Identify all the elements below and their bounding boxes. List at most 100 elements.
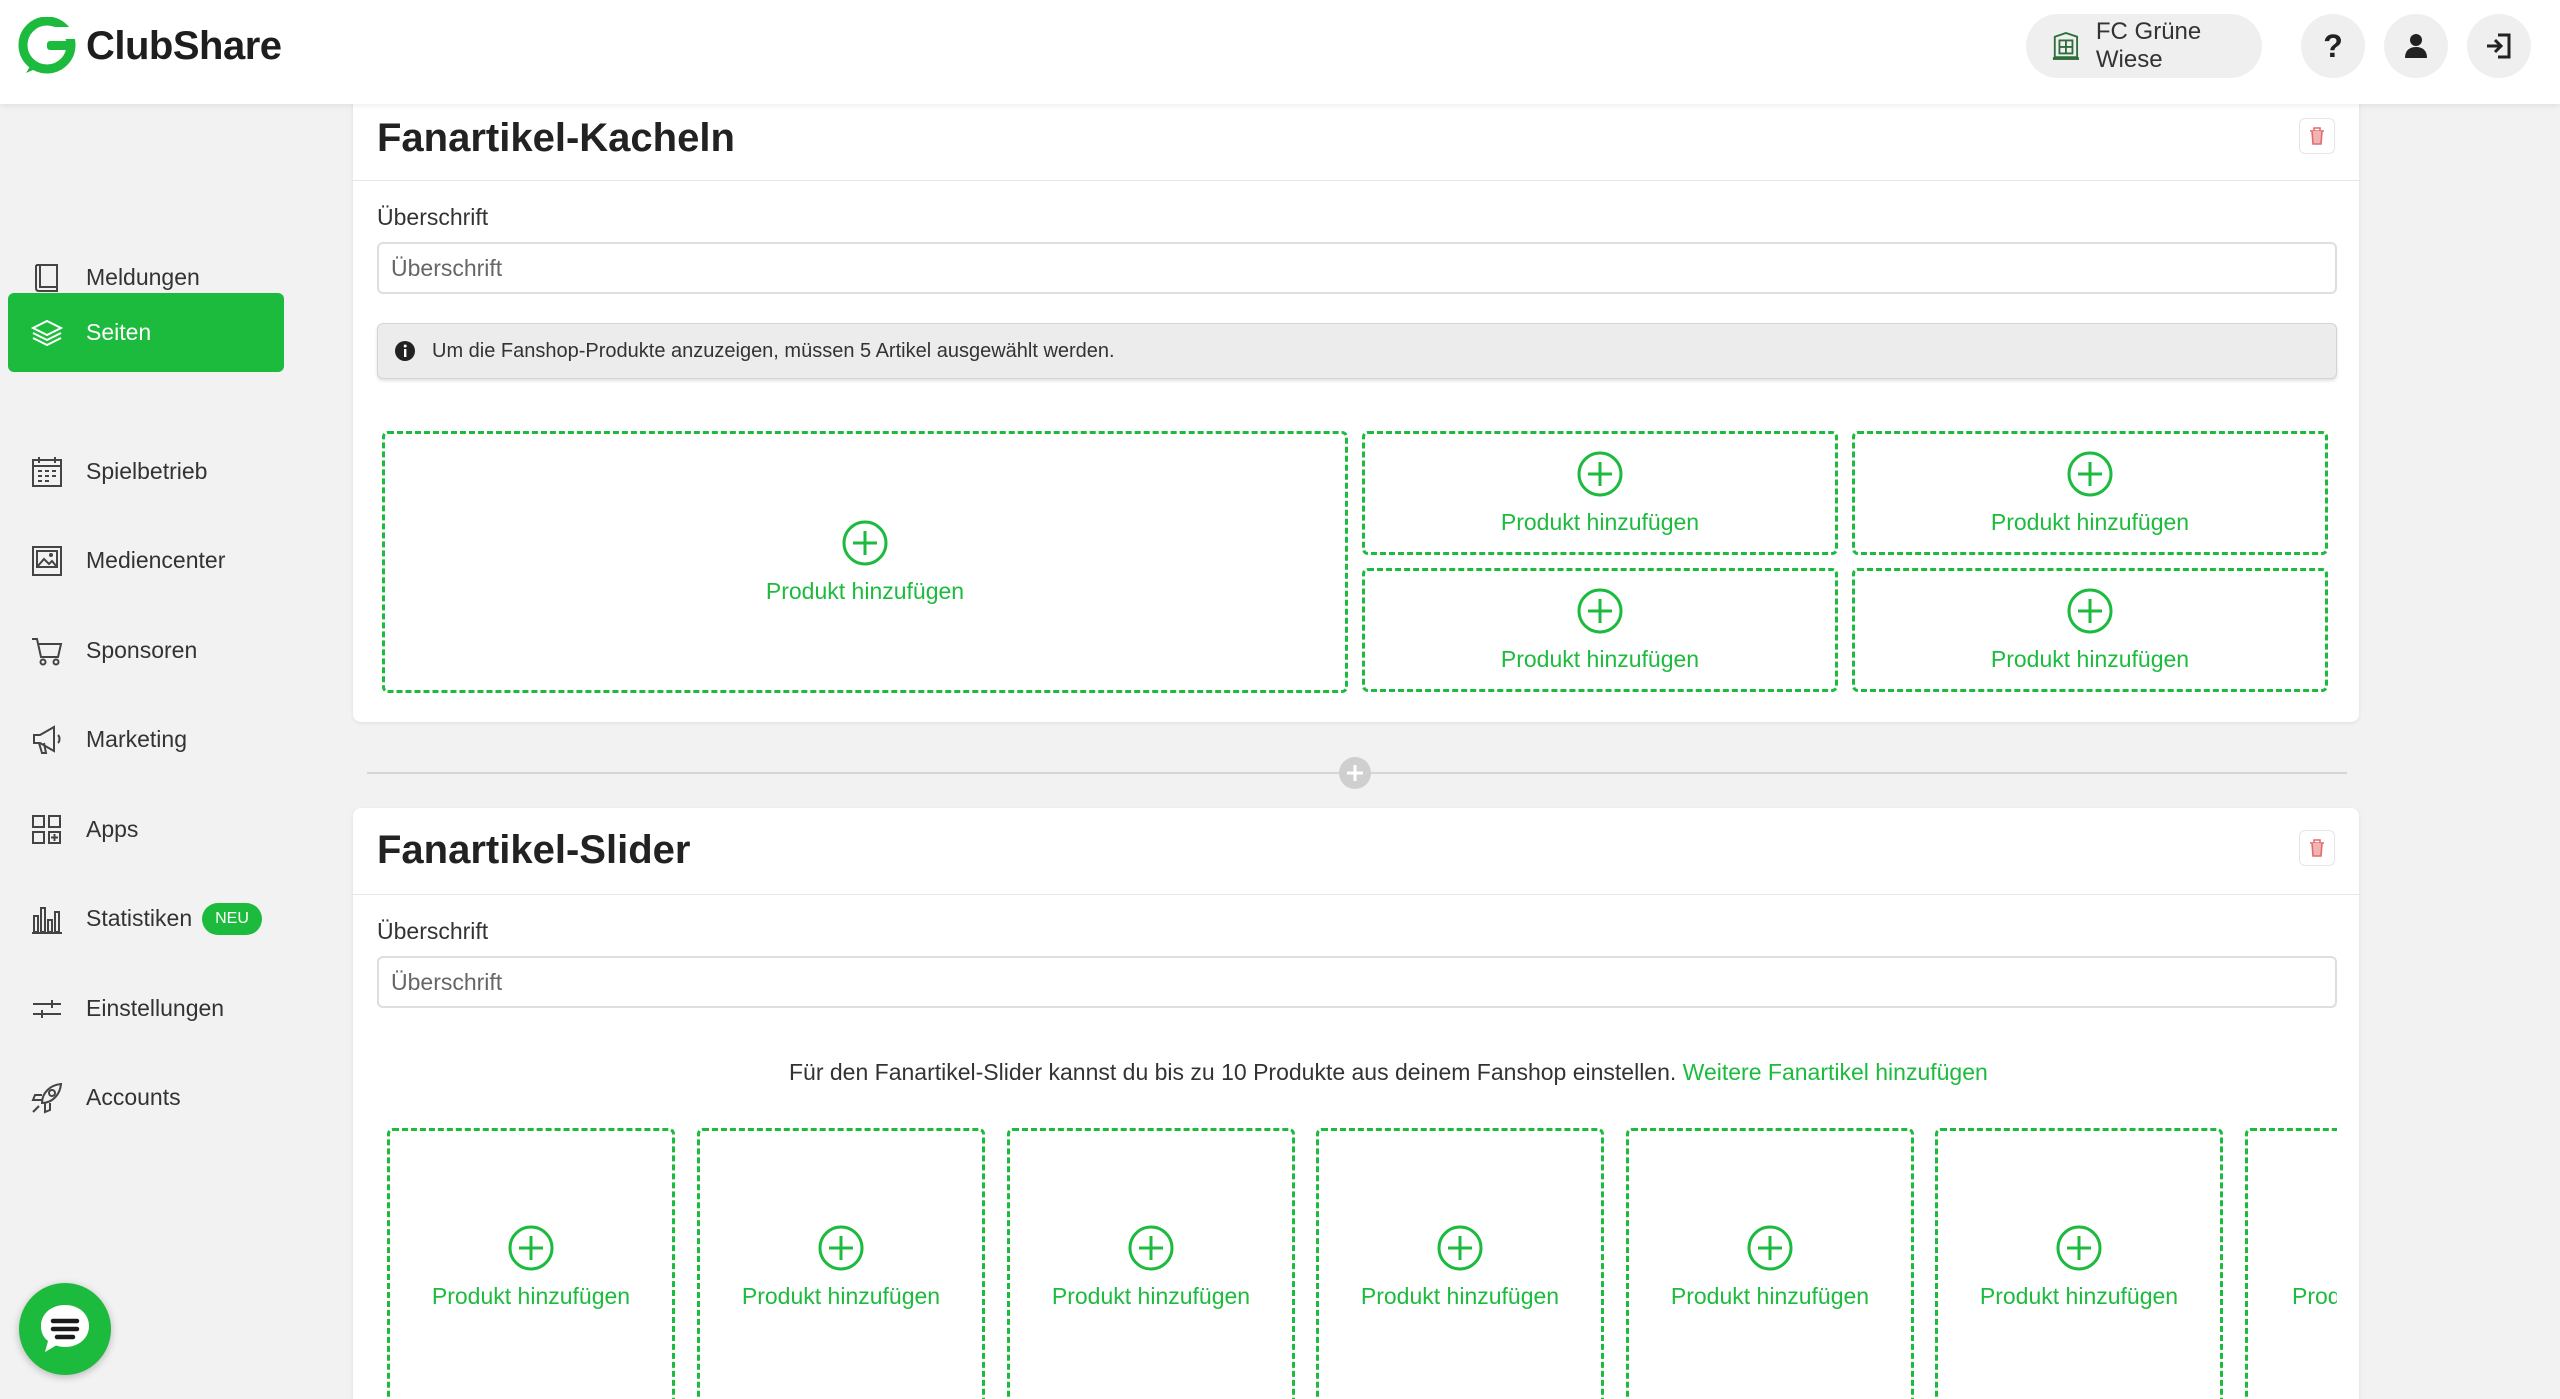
clubshare-logo-icon [18, 17, 76, 74]
add-product-label: Produkt hinzufügen [1500, 508, 1700, 535]
sidebar-item-mediencenter[interactable]: Mediencenter [8, 521, 284, 600]
section-title: Fanartikel-Slider [377, 828, 691, 872]
sidebar: Meldungen Seiten Spielbetrieb Mediencent… [0, 104, 300, 1399]
add-circle-icon [1128, 1225, 1174, 1271]
sidebar-item-marketing[interactable]: Marketing [8, 700, 284, 779]
trash-icon [2310, 839, 2324, 857]
app-name: ClubShare [86, 23, 282, 68]
add-product-slot[interactable]: Produkt hinzufügen [1362, 431, 1838, 555]
sidebar-item-label: Seiten [86, 319, 152, 345]
user-button[interactable] [2384, 14, 2448, 78]
logout-button[interactable] [2467, 14, 2531, 78]
book-icon [35, 263, 58, 292]
club-name: FC Grüne Wiese [2095, 18, 2202, 73]
add-circle-icon [818, 1225, 864, 1271]
club-crest-icon [2052, 32, 2079, 60]
slider-hint: Für den Fanartikel-Slider kannst du bis … [789, 1059, 1988, 1086]
chat-bubble-icon [41, 1305, 89, 1352]
sidebar-item-label: Sponsoren [86, 637, 198, 663]
sidebar-item-statistiken[interactable]: Statistiken NEU [8, 879, 284, 958]
info-icon [395, 341, 415, 361]
add-circle-icon [1577, 588, 1623, 633]
app-logo[interactable]: ClubShare [18, 17, 282, 75]
add-product-slot[interactable]: Produkt hinzufügen [1316, 1128, 1604, 1399]
sidebar-item-label: Statistiken [86, 905, 193, 931]
add-product-label: Produkt hinzufügen [1360, 1283, 1560, 1309]
club-switcher[interactable]: FC Grüne Wiese [2026, 14, 2262, 78]
add-product-label: Produkt hinzufügen [1670, 1283, 1870, 1309]
add-product-slot[interactable]: Produkt hinzufügen [1362, 568, 1838, 692]
heading-label: Überschrift [377, 918, 489, 944]
sliders-icon [33, 999, 61, 1018]
layers-icon [30, 319, 64, 346]
add-product-slot[interactable]: Produkt hinzufügen [1626, 1128, 1914, 1399]
add-product-label: Produkt hinzufügen [1990, 645, 2190, 672]
add-product-slot[interactable]: Produkt hinzufügen [1935, 1128, 2223, 1399]
add-circle-icon [1747, 1225, 1793, 1271]
trash-icon [2310, 127, 2324, 145]
top-bar: ClubShare FC Grüne Wiese ? [0, 0, 2560, 104]
add-product-slot[interactable]: Produkt hinzufügen [2245, 1128, 2337, 1399]
help-icon: ? [2323, 27, 2343, 64]
new-badge: NEU [202, 902, 262, 935]
user-icon [2405, 34, 2427, 58]
add-circle-icon [1577, 451, 1623, 496]
chat-button[interactable] [19, 1283, 111, 1375]
cart-icon [32, 637, 63, 665]
add-product-slot[interactable]: Produkt hinzufügen [1007, 1128, 1295, 1399]
sidebar-item-label: Meldungen [86, 264, 200, 290]
sidebar-item-spielbetrieb[interactable]: Spielbetrieb [8, 432, 284, 511]
sidebar-item-sponsoren[interactable]: Sponsoren [8, 611, 284, 690]
sidebar-item-einstellungen[interactable]: Einstellungen [8, 969, 284, 1048]
heading-input[interactable] [377, 242, 2337, 294]
plus-icon [1347, 765, 1363, 781]
calendar-icon [32, 456, 62, 487]
add-product-label: Produkt hinzufügen [431, 1283, 631, 1309]
sidebar-item-label: Accounts [86, 1084, 181, 1110]
heading-input[interactable] [377, 956, 2337, 1008]
section-title: Fanartikel-Kacheln [377, 116, 735, 160]
add-circle-icon [508, 1225, 554, 1271]
help-button[interactable]: ? [2301, 14, 2365, 78]
add-product-label: Produkt hinzufügen [741, 1283, 941, 1309]
logout-icon [2487, 33, 2511, 59]
heading-label: Überschrift [377, 204, 489, 230]
megaphone-icon [33, 724, 61, 754]
sidebar-item-label: Mediencenter [86, 547, 226, 573]
add-product-slot[interactable]: Produkt hinzufügen [1852, 568, 2328, 692]
add-circle-icon [2056, 1225, 2102, 1271]
add-circle-icon [2067, 451, 2113, 496]
add-circle-icon [1437, 1225, 1483, 1271]
more-products-link[interactable]: Weitere Fanartikel hinzufügen [1683, 1059, 1988, 1085]
rocket-icon [31, 1082, 63, 1113]
delete-section-button[interactable] [2299, 118, 2335, 154]
add-product-slot[interactable]: Produkt hinzufügen [1852, 431, 2328, 555]
sidebar-item-seiten[interactable]: Seiten [8, 293, 284, 372]
delete-section-button[interactable] [2299, 830, 2335, 866]
add-circle-icon [842, 520, 888, 565]
sidebar-item-accounts[interactable]: Accounts [8, 1058, 284, 1137]
sidebar-item-label: Marketing [86, 726, 187, 752]
card-divider [353, 180, 2359, 181]
add-product-slot[interactable]: Produkt hinzufügen [387, 1128, 675, 1399]
bar-chart-icon [32, 906, 62, 934]
add-product-slot[interactable]: Produkt hinzufügen [382, 431, 1348, 693]
add-product-label: Produkt hinzufügen [1990, 508, 2190, 535]
add-product-label: Produkt hinzufügen [765, 577, 965, 604]
info-notice: Um die Fanshop-Produkte anzuzeigen, müss… [377, 323, 2337, 379]
add-circle-icon [2067, 588, 2113, 633]
sidebar-item-label: Apps [86, 816, 139, 842]
add-product-label: Produkt hinzufügen [2292, 1283, 2337, 1309]
sidebar-item-apps[interactable]: Apps [8, 790, 284, 869]
sidebar-item-label: Spielbetrieb [86, 458, 208, 484]
product-slider[interactable]: Produkt hinzufügen Produkt hinzufügen Pr… [377, 1128, 2337, 1399]
add-product-label: Produkt hinzufügen [1979, 1283, 2179, 1309]
card-divider [353, 894, 2359, 895]
add-product-label: Produkt hinzufügen [1051, 1283, 1251, 1309]
sidebar-item-label: Einstellungen [86, 995, 225, 1021]
image-icon [32, 545, 62, 576]
add-section-button[interactable] [1339, 757, 1371, 789]
add-product-slot[interactable]: Produkt hinzufügen [697, 1128, 985, 1399]
slider-hint-text: Für den Fanartikel-Slider kannst du bis … [789, 1059, 1677, 1085]
add-product-label: Produkt hinzufügen [1500, 645, 1700, 672]
